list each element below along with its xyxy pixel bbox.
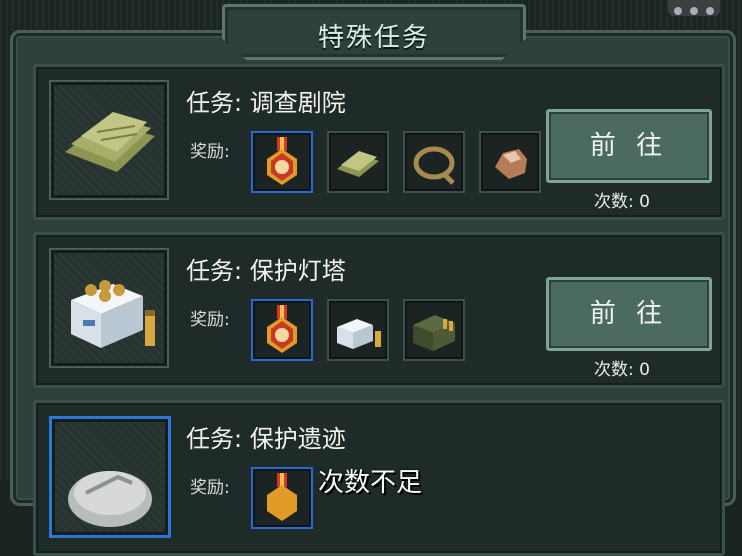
reward-list (251, 131, 541, 193)
reward-list (251, 299, 465, 361)
rope-icon[interactable] (403, 131, 465, 193)
document-icon[interactable] (327, 131, 389, 193)
ore-rock-icon[interactable] (479, 131, 541, 193)
reward-label: 奖励: (190, 478, 230, 498)
mission-card-lighthouse: 任务: 保护灯塔 奖励: 前 往 次数: 0 (33, 232, 725, 388)
mission-card-theater: 任务: 调查剧院 奖励: 前 往 次数: 0 (33, 64, 725, 220)
stone-relic-icon (49, 416, 171, 538)
page-title: 特殊任务 (317, 23, 430, 53)
ammo-crate-icon (49, 248, 169, 368)
reward-list (251, 467, 313, 529)
go-button[interactable]: 前 往 (546, 277, 712, 351)
medal-icon[interactable] (251, 467, 313, 529)
insufficient-count-toast: 次数不足 (318, 468, 423, 498)
go-button[interactable]: 前 往 (546, 109, 712, 183)
attempt-count: 次数: 0 (594, 360, 650, 380)
ammo-crate-icon[interactable] (327, 299, 389, 361)
reward-label: 奖励: (190, 142, 230, 162)
mission-title: 任务: 保护遗迹 (186, 425, 346, 453)
title-plate: 特殊任务 (222, 4, 526, 60)
attempt-count: 次数: 0 (594, 192, 650, 212)
ammo-box-icon[interactable] (403, 299, 465, 361)
mission-title: 任务: 保护灯塔 (186, 257, 346, 285)
medal-icon[interactable] (251, 131, 313, 193)
document-scroll-icon (49, 80, 169, 200)
menu-button[interactable] (668, 0, 720, 16)
medal-icon[interactable] (251, 299, 313, 361)
reward-label: 奖励: (190, 310, 230, 330)
mission-title: 任务: 调查剧院 (186, 89, 346, 117)
